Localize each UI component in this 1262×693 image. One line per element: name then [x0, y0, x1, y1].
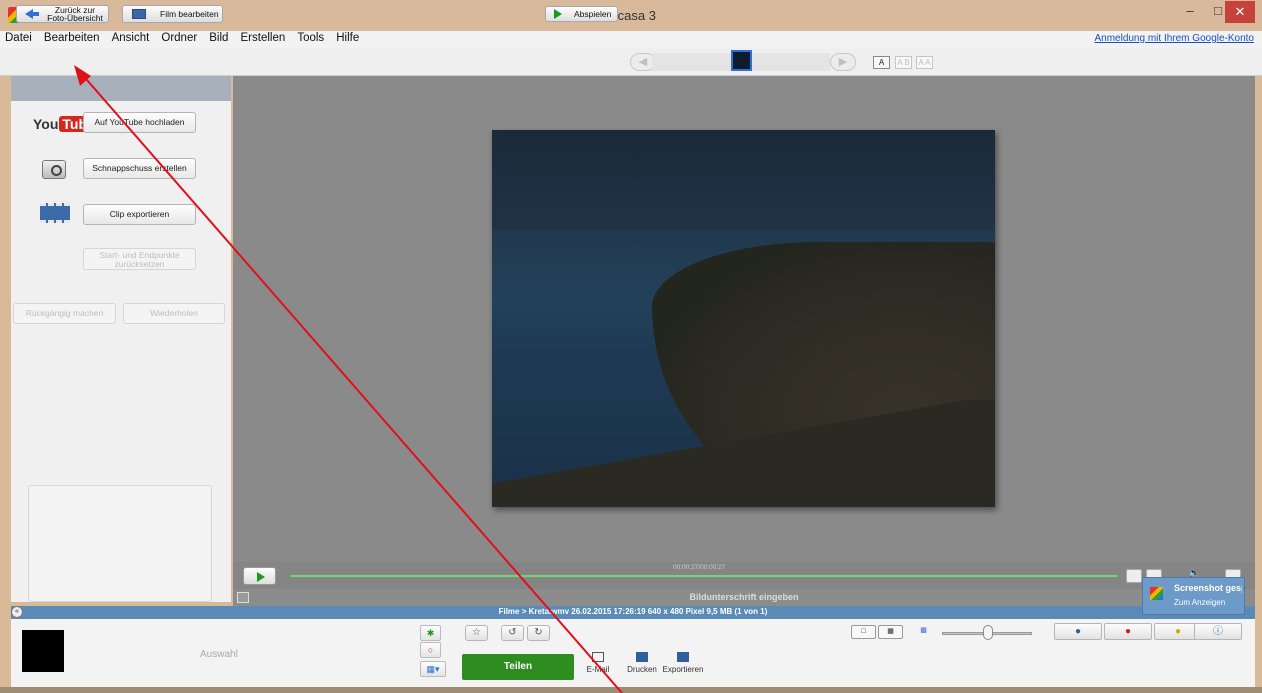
email-icon: [592, 652, 604, 662]
left-panel: You Tube Auf YouTube hochladen Schnappsch…: [11, 76, 231, 602]
foreground-hill: [492, 400, 995, 507]
people-button[interactable]: ●: [1054, 623, 1102, 640]
google-login-link[interactable]: Anmeldung mit Ihrem Google-Konto: [1094, 33, 1254, 44]
back-arrow-icon: [25, 9, 39, 19]
rotate-right-button[interactable]: ↻: [527, 625, 550, 641]
reset-points-button[interactable]: Start- und Endpunkte zurücksetzen: [83, 248, 196, 270]
play-label: Abspielen: [574, 9, 612, 19]
caption-mode-aa[interactable]: A A: [916, 56, 933, 69]
export-action[interactable]: Exportieren: [661, 652, 705, 674]
print-action[interactable]: Drucken: [625, 652, 659, 674]
trim-start-button[interactable]: [1126, 569, 1142, 583]
menu-bearbeiten[interactable]: Bearbeiten: [39, 31, 104, 44]
info-button[interactable]: ⓘ: [1194, 623, 1242, 640]
email-label: E-Mail: [586, 665, 610, 674]
toast-title: Screenshot gespeichert: [1174, 583, 1242, 593]
youtube-logo-you: You: [33, 116, 59, 132]
playback-time: 00:00:27/00:00:27: [673, 564, 726, 571]
playback-bar: 00:00:27/00:00:27 🔈: [233, 562, 1255, 589]
tray-thumbnail[interactable]: [22, 630, 64, 672]
minimize-button[interactable]: –: [1175, 0, 1205, 24]
menu-erstellen[interactable]: Erstellen: [236, 31, 290, 44]
email-action[interactable]: E-Mail: [585, 652, 611, 674]
export-label: Exportieren: [662, 665, 704, 674]
camera-icon: [42, 160, 66, 179]
playback-progress[interactable]: [290, 574, 1118, 578]
screenshot-toast[interactable]: Screenshot gespeichert Zum Anzeigen: [1142, 577, 1245, 615]
snapshot-button[interactable]: Schnappschuss erstellen: [83, 158, 196, 179]
clear-selection-icon[interactable]: ○: [420, 642, 441, 658]
menu-hilfe[interactable]: Hilfe: [331, 31, 363, 44]
print-label: Drucken: [627, 665, 657, 674]
zoom-slider-thumb[interactable]: [983, 625, 993, 640]
play-slideshow-button[interactable]: Abspielen: [545, 6, 618, 22]
close-button[interactable]: ✕: [1225, 1, 1255, 23]
star-button[interactable]: ☆: [465, 625, 488, 641]
back-to-overview-button[interactable]: Zurück zur Foto-Übersicht: [16, 5, 109, 23]
tray-label: Auswahl: [200, 649, 238, 660]
edit-film-button[interactable]: Film bearbeiten: [122, 5, 223, 23]
menu-tools[interactable]: Tools: [292, 31, 328, 44]
export-folder-icon: [677, 652, 689, 662]
toast-subtitle: Zum Anzeigen: [1174, 598, 1226, 607]
menu-ansicht[interactable]: Ansicht: [107, 31, 154, 44]
film-icon: [132, 9, 146, 19]
thumbnail-size-icon: ▩: [920, 627, 927, 634]
filmstrip-icon: [40, 203, 70, 223]
video-play-button[interactable]: [243, 567, 276, 585]
export-clip-button[interactable]: Clip exportieren: [83, 204, 196, 225]
rotate-left-button[interactable]: ↺: [501, 625, 524, 641]
share-button[interactable]: Teilen: [462, 654, 574, 680]
menu-ordner[interactable]: Ordner: [156, 31, 201, 44]
caption-mode-a[interactable]: A: [873, 56, 890, 69]
upload-youtube-button[interactable]: Auf YouTube hochladen: [83, 112, 196, 133]
menu-bild[interactable]: Bild: [204, 31, 232, 44]
file-info: Filme > Kreta.wmv 26.02.2015 17:26:19 64…: [498, 607, 768, 616]
back-button-label: Zurück zur Foto-Übersicht: [47, 5, 103, 23]
add-to-album-icon[interactable]: ▦▾: [420, 661, 446, 677]
menu-bar: Datei Bearbeiten Ansicht Ordner Bild Ers…: [0, 31, 1262, 48]
left-preview-box: [28, 485, 212, 602]
menu-datei[interactable]: Datei: [0, 31, 36, 44]
caption-input[interactable]: Bildunterschrift eingeben: [233, 592, 1255, 602]
view-grid-button[interactable]: ▦: [878, 625, 903, 639]
video-viewer: [233, 76, 1255, 562]
collapse-tray-icon[interactable]: «: [11, 606, 23, 618]
redo-button[interactable]: Wiederholen: [123, 303, 225, 324]
places-button[interactable]: ●: [1104, 623, 1152, 640]
play-icon: [554, 9, 562, 19]
undo-button[interactable]: Rückgängig machen: [13, 303, 116, 324]
caption-mode-ab[interactable]: A B: [895, 56, 912, 69]
next-photo-button[interactable]: ▶: [830, 53, 856, 71]
taskbar-strip: [0, 687, 1262, 693]
printer-icon: [636, 652, 648, 662]
view-single-button[interactable]: □: [851, 625, 876, 639]
left-panel-header: [11, 76, 231, 101]
caption-bar[interactable]: Bildunterschrift eingeben: [233, 589, 1255, 606]
current-thumbnail[interactable]: [731, 50, 752, 71]
pin-icon[interactable]: ✱: [420, 625, 441, 641]
info-bar: Filme > Kreta.wmv 26.02.2015 17:26:19 64…: [11, 606, 1255, 619]
toast-picasa-icon: [1150, 587, 1163, 600]
edit-film-label: Film bearbeiten: [160, 9, 219, 19]
video-frame[interactable]: [492, 130, 995, 507]
bottom-panel: Auswahl ✱ ○ ▦▾ ☆ ↺ ↻ Teilen E-Mail Druck…: [11, 619, 1255, 687]
